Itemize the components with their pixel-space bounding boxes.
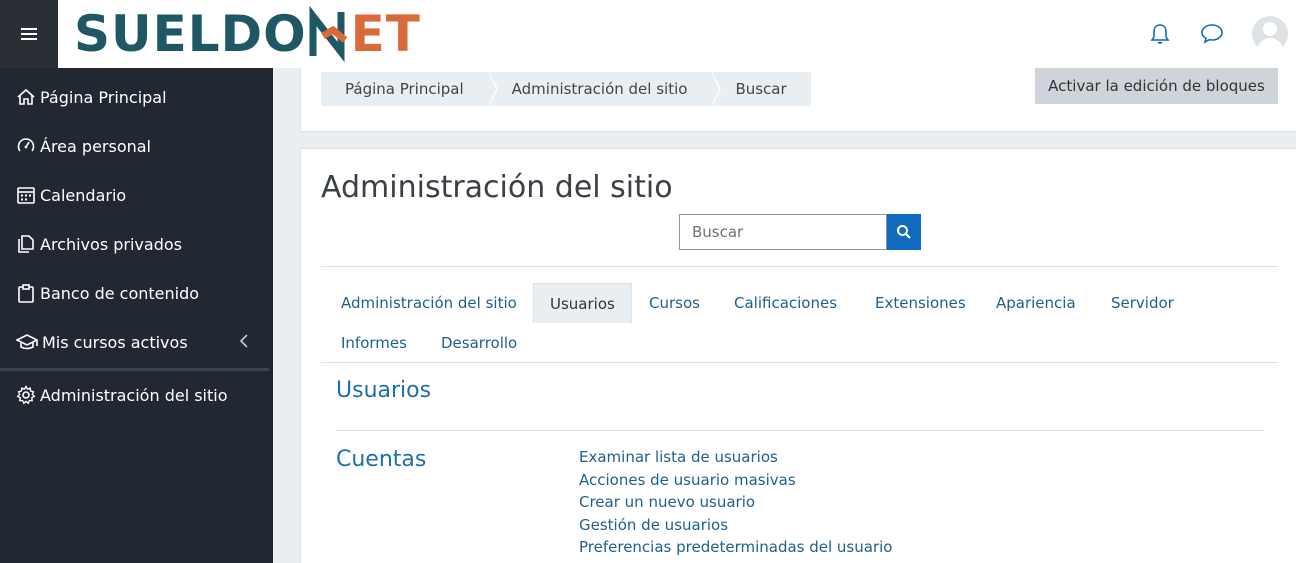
notifications-button[interactable] <box>1148 22 1172 46</box>
breadcrumb-item-administracion[interactable]: Administración del sitio <box>487 72 722 106</box>
tab-calificaciones[interactable]: Calificaciones <box>734 283 837 323</box>
logo-text-left: SUELDO <box>74 5 307 63</box>
calendar-icon <box>17 187 35 204</box>
sidebar-item-label: Archivos privados <box>40 234 182 254</box>
hamburger-icon <box>21 28 37 40</box>
section-title[interactable]: Usuarios <box>336 378 431 403</box>
clipboard-icon <box>18 284 34 303</box>
breadcrumb-item-pagina-principal[interactable]: Página Principal <box>321 72 498 106</box>
home-icon <box>17 88 35 105</box>
search-icon <box>897 225 911 239</box>
breadcrumb: Página Principal Administración del siti… <box>321 72 811 106</box>
gear-icon <box>16 385 36 405</box>
sidebar-item-label: Página Principal <box>40 87 167 107</box>
sidebar-item-label: Administración del sitio <box>40 385 228 405</box>
sidebar-item-pagina-principal[interactable]: Página Principal <box>0 77 273 117</box>
top-navbar: SUELDO ET <box>0 0 1296 68</box>
menu-toggle-button[interactable] <box>0 0 58 68</box>
site-logo[interactable]: SUELDO ET <box>74 4 421 64</box>
breadcrumb-item-buscar[interactable]: Buscar <box>711 72 811 106</box>
link-examinar-lista-usuarios[interactable]: Examinar lista de usuarios <box>579 448 778 466</box>
sidebar-item-mis-cursos-activos[interactable]: Mis cursos activos <box>0 322 273 362</box>
sidebar-item-banco-de-contenido[interactable]: Banco de contenido <box>0 273 273 313</box>
bell-icon <box>1150 24 1170 44</box>
tabs-divider <box>321 362 1278 363</box>
user-avatar[interactable] <box>1252 16 1288 52</box>
sidebar-nav: Página Principal Área personal Calendari… <box>0 68 273 563</box>
tab-cursos[interactable]: Cursos <box>649 283 700 323</box>
sidebar-item-label: Calendario <box>40 185 127 205</box>
tab-apariencia[interactable]: Apariencia <box>996 283 1076 323</box>
category-title[interactable]: Cuentas <box>336 447 426 472</box>
link-crear-nuevo-usuario[interactable]: Crear un nuevo usuario <box>579 493 755 511</box>
tab-servidor[interactable]: Servidor <box>1111 283 1174 323</box>
sidebar-item-label: Mis cursos activos <box>42 332 188 352</box>
messages-button[interactable] <box>1200 22 1224 46</box>
link-gestion-usuarios[interactable]: Gestión de usuarios <box>579 516 728 534</box>
edit-blocks-button[interactable]: Activar la edición de bloques <box>1035 68 1278 104</box>
tab-administracion-del-sitio[interactable]: Administración del sitio <box>341 283 517 323</box>
sidebar-item-area-personal[interactable]: Área personal <box>0 126 273 166</box>
logo-mark-icon <box>309 6 347 62</box>
sidebar-divider <box>0 368 269 371</box>
divider <box>321 266 1278 267</box>
tab-usuarios[interactable]: Usuarios <box>533 283 632 323</box>
tab-informes[interactable]: Informes <box>341 323 407 363</box>
chat-bubble-icon <box>1201 24 1223 44</box>
tab-desarrollo[interactable]: Desarrollo <box>441 323 517 363</box>
link-preferencias-predeterminadas[interactable]: Preferencias predeterminadas del usuario <box>579 538 892 556</box>
sidebar-item-calendario[interactable]: Calendario <box>0 175 273 215</box>
search-button[interactable] <box>887 214 921 250</box>
tab-extensiones[interactable]: Extensiones <box>875 283 966 323</box>
sidebar-item-administracion-del-sitio[interactable]: Administración del sitio <box>0 375 273 415</box>
sidebar-item-label: Área personal <box>40 136 151 156</box>
dashboard-icon <box>17 138 35 152</box>
search-input[interactable]: Buscar <box>679 214 887 250</box>
logo-text-right: ET <box>350 5 421 63</box>
section-divider <box>336 430 1264 431</box>
page-title: Administración del sitio <box>321 170 673 205</box>
sidebar-item-archivos-privados[interactable]: Archivos privados <box>0 224 273 264</box>
navbar-icons <box>1148 0 1296 68</box>
file-icon <box>18 235 34 253</box>
sidebar-item-label: Banco de contenido <box>40 283 200 303</box>
link-acciones-usuario-masivas[interactable]: Acciones de usuario masivas <box>579 471 796 489</box>
chevron-left-icon[interactable] <box>239 333 249 349</box>
graduation-cap-icon <box>16 334 38 350</box>
